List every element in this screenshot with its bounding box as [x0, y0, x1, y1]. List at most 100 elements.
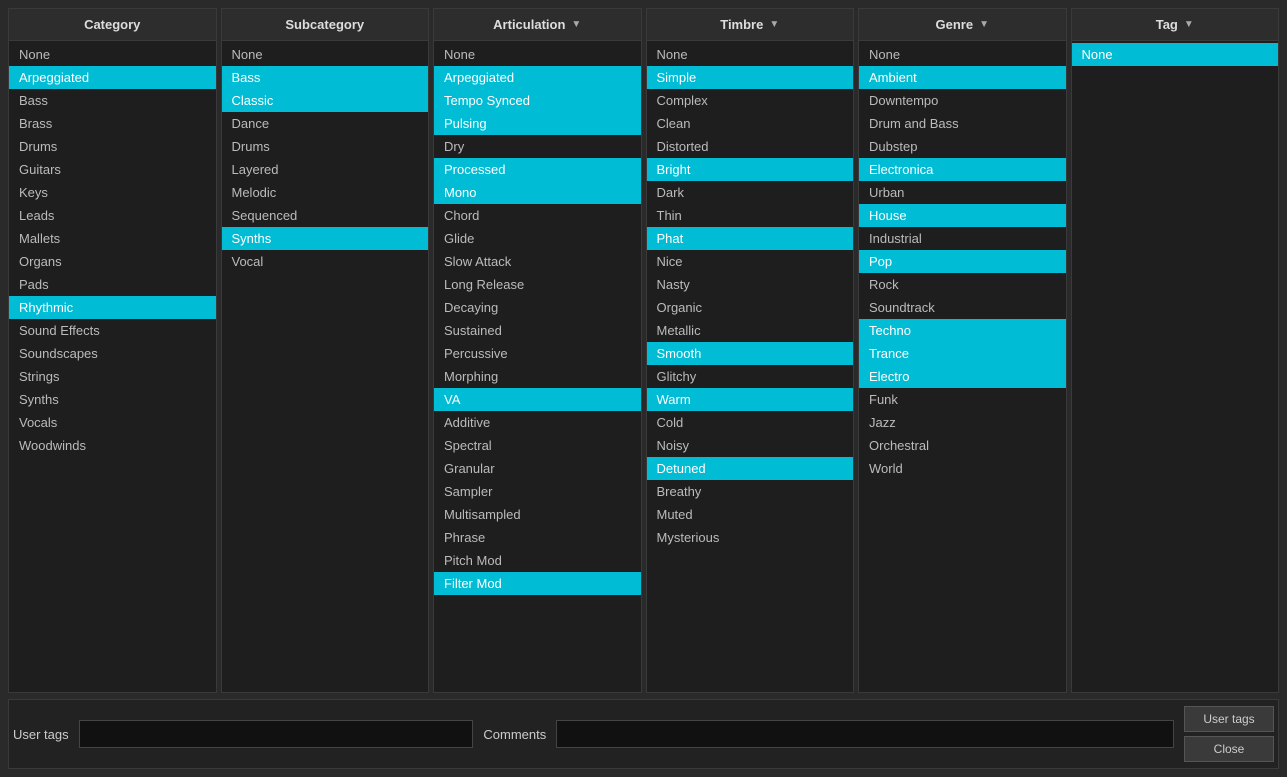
list-item-timbre-9[interactable]: Nice — [647, 250, 854, 273]
list-item-timbre-2[interactable]: Complex — [647, 89, 854, 112]
list-item-timbre-16[interactable]: Cold — [647, 411, 854, 434]
list-item-timbre-1[interactable]: Simple — [647, 66, 854, 89]
list-item-genre-2[interactable]: Downtempo — [859, 89, 1066, 112]
list-item-articulation-11[interactable]: Decaying — [434, 296, 641, 319]
list-item-articulation-3[interactable]: Pulsing — [434, 112, 641, 135]
list-item-timbre-0[interactable]: None — [647, 43, 854, 66]
list-item-genre-1[interactable]: Ambient — [859, 66, 1066, 89]
list-item-articulation-22[interactable]: Pitch Mod — [434, 549, 641, 572]
list-item-genre-18[interactable]: World — [859, 457, 1066, 480]
list-item-timbre-17[interactable]: Noisy — [647, 434, 854, 457]
list-item-category-2[interactable]: Bass — [9, 89, 216, 112]
user-tags-button[interactable]: User tags — [1184, 706, 1274, 732]
list-item-articulation-2[interactable]: Tempo Synced — [434, 89, 641, 112]
list-item-timbre-4[interactable]: Distorted — [647, 135, 854, 158]
list-item-genre-17[interactable]: Orchestral — [859, 434, 1066, 457]
list-item-category-14[interactable]: Strings — [9, 365, 216, 388]
list-item-category-4[interactable]: Drums — [9, 135, 216, 158]
list-item-articulation-18[interactable]: Granular — [434, 457, 641, 480]
list-item-subcategory-0[interactable]: None — [222, 43, 429, 66]
list-item-timbre-3[interactable]: Clean — [647, 112, 854, 135]
list-item-articulation-1[interactable]: Arpeggiated — [434, 66, 641, 89]
list-item-category-17[interactable]: Woodwinds — [9, 434, 216, 457]
list-item-articulation-15[interactable]: VA — [434, 388, 641, 411]
list-item-category-12[interactable]: Sound Effects — [9, 319, 216, 342]
column-header-tag[interactable]: Tag▼ — [1072, 9, 1279, 41]
list-item-timbre-21[interactable]: Mysterious — [647, 526, 854, 549]
column-header-timbre[interactable]: Timbre▼ — [647, 9, 854, 41]
list-item-genre-7[interactable]: House — [859, 204, 1066, 227]
list-item-category-11[interactable]: Rhythmic — [9, 296, 216, 319]
list-item-category-1[interactable]: Arpeggiated — [9, 66, 216, 89]
list-item-category-13[interactable]: Soundscapes — [9, 342, 216, 365]
list-item-category-15[interactable]: Synths — [9, 388, 216, 411]
list-item-articulation-21[interactable]: Phrase — [434, 526, 641, 549]
list-item-subcategory-3[interactable]: Dance — [222, 112, 429, 135]
list-item-articulation-5[interactable]: Processed — [434, 158, 641, 181]
list-item-genre-6[interactable]: Urban — [859, 181, 1066, 204]
list-item-timbre-13[interactable]: Smooth — [647, 342, 854, 365]
list-item-genre-15[interactable]: Funk — [859, 388, 1066, 411]
list-item-timbre-15[interactable]: Warm — [647, 388, 854, 411]
list-item-genre-10[interactable]: Rock — [859, 273, 1066, 296]
list-item-genre-11[interactable]: Soundtrack — [859, 296, 1066, 319]
list-item-articulation-16[interactable]: Additive — [434, 411, 641, 434]
list-item-subcategory-6[interactable]: Melodic — [222, 181, 429, 204]
list-item-genre-8[interactable]: Industrial — [859, 227, 1066, 250]
list-item-timbre-18[interactable]: Detuned — [647, 457, 854, 480]
list-item-articulation-7[interactable]: Chord — [434, 204, 641, 227]
list-item-articulation-20[interactable]: Multisampled — [434, 503, 641, 526]
list-item-articulation-4[interactable]: Dry — [434, 135, 641, 158]
list-item-timbre-20[interactable]: Muted — [647, 503, 854, 526]
list-item-articulation-6[interactable]: Mono — [434, 181, 641, 204]
list-item-timbre-10[interactable]: Nasty — [647, 273, 854, 296]
list-item-genre-9[interactable]: Pop — [859, 250, 1066, 273]
list-item-subcategory-9[interactable]: Vocal — [222, 250, 429, 273]
list-item-genre-14[interactable]: Electro — [859, 365, 1066, 388]
list-item-articulation-12[interactable]: Sustained — [434, 319, 641, 342]
list-item-category-7[interactable]: Leads — [9, 204, 216, 227]
list-item-category-0[interactable]: None — [9, 43, 216, 66]
list-item-category-9[interactable]: Organs — [9, 250, 216, 273]
list-item-timbre-5[interactable]: Bright — [647, 158, 854, 181]
list-item-timbre-8[interactable]: Phat — [647, 227, 854, 250]
comments-input[interactable] — [556, 720, 1174, 748]
close-button[interactable]: Close — [1184, 736, 1274, 762]
list-item-category-5[interactable]: Guitars — [9, 158, 216, 181]
list-item-timbre-11[interactable]: Organic — [647, 296, 854, 319]
list-item-articulation-8[interactable]: Glide — [434, 227, 641, 250]
list-item-genre-13[interactable]: Trance — [859, 342, 1066, 365]
list-item-timbre-6[interactable]: Dark — [647, 181, 854, 204]
list-item-tag-0[interactable]: None — [1072, 43, 1279, 66]
list-item-timbre-12[interactable]: Metallic — [647, 319, 854, 342]
list-item-genre-16[interactable]: Jazz — [859, 411, 1066, 434]
list-item-articulation-13[interactable]: Percussive — [434, 342, 641, 365]
list-item-subcategory-1[interactable]: Bass — [222, 66, 429, 89]
list-item-articulation-14[interactable]: Morphing — [434, 365, 641, 388]
list-item-category-16[interactable]: Vocals — [9, 411, 216, 434]
list-item-subcategory-5[interactable]: Layered — [222, 158, 429, 181]
list-item-articulation-23[interactable]: Filter Mod — [434, 572, 641, 595]
list-item-subcategory-8[interactable]: Synths — [222, 227, 429, 250]
list-item-timbre-7[interactable]: Thin — [647, 204, 854, 227]
list-item-genre-5[interactable]: Electronica — [859, 158, 1066, 181]
list-item-subcategory-7[interactable]: Sequenced — [222, 204, 429, 227]
list-item-genre-0[interactable]: None — [859, 43, 1066, 66]
column-header-genre[interactable]: Genre▼ — [859, 9, 1066, 41]
list-item-category-6[interactable]: Keys — [9, 181, 216, 204]
column-header-articulation[interactable]: Articulation▼ — [434, 9, 641, 41]
list-item-articulation-0[interactable]: None — [434, 43, 641, 66]
list-item-subcategory-2[interactable]: Classic — [222, 89, 429, 112]
list-item-articulation-17[interactable]: Spectral — [434, 434, 641, 457]
list-item-category-8[interactable]: Mallets — [9, 227, 216, 250]
list-item-articulation-19[interactable]: Sampler — [434, 480, 641, 503]
list-item-subcategory-4[interactable]: Drums — [222, 135, 429, 158]
list-item-timbre-19[interactable]: Breathy — [647, 480, 854, 503]
list-item-genre-3[interactable]: Drum and Bass — [859, 112, 1066, 135]
list-item-genre-12[interactable]: Techno — [859, 319, 1066, 342]
user-tags-input[interactable] — [79, 720, 474, 748]
list-item-category-3[interactable]: Brass — [9, 112, 216, 135]
list-item-category-10[interactable]: Pads — [9, 273, 216, 296]
list-item-articulation-9[interactable]: Slow Attack — [434, 250, 641, 273]
list-item-genre-4[interactable]: Dubstep — [859, 135, 1066, 158]
